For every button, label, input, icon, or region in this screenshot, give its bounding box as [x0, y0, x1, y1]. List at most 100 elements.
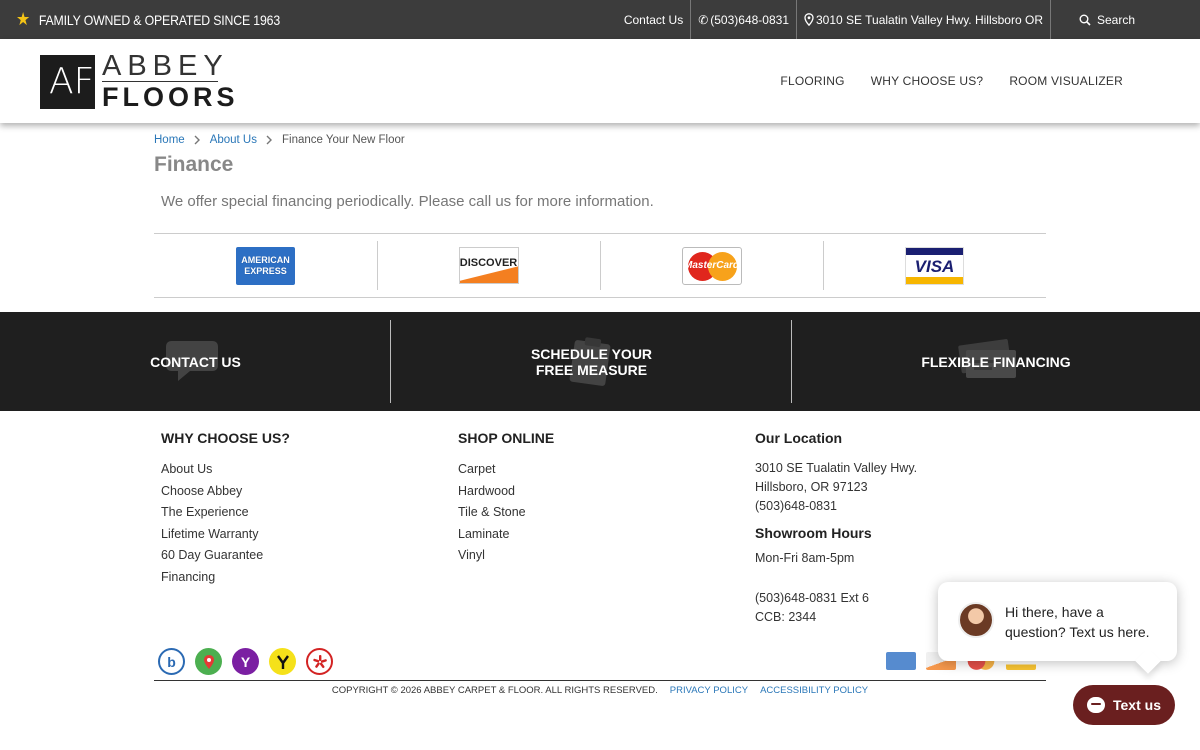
logo-line-2: FLOORS: [102, 82, 239, 112]
cta-financing-label: FLEXIBLE FINANCING: [921, 353, 1071, 370]
yelp-icon[interactable]: [306, 648, 333, 675]
top-links: Contact Us ✆ (503)648-0831 3010 SE Tuala…: [617, 0, 1200, 39]
footer-col3-title: Our Location: [755, 430, 843, 446]
card-visa: VISA: [823, 234, 1046, 297]
footer-link-guarantee[interactable]: 60 Day Guarantee: [161, 545, 290, 567]
chat-popup[interactable]: Hi there, have a question? Text us here.: [938, 582, 1177, 661]
cta-flexible-financing[interactable]: FLEXIBLE FINANCING: [792, 312, 1200, 411]
nav-flooring[interactable]: FLOORING: [780, 74, 844, 88]
mastercard-logo: MasterCard: [681, 246, 742, 285]
address-text: 3010 SE Tualatin Valley Hwy. Hillsboro O…: [816, 12, 1043, 27]
phone-icon: ✆: [698, 12, 709, 27]
map-pin-icon: [804, 13, 814, 26]
amex-line-2: EXPRESS: [244, 265, 287, 276]
tagline-text: FAMILY OWNED & OPERATED SINCE 1963: [38, 11, 281, 28]
bing-icon[interactable]: b: [158, 648, 185, 675]
site-logo[interactable]: AF ABBEY FLOORS: [40, 50, 239, 112]
cta-schedule-measure[interactable]: SCHEDULE YOUR FREE MEASURE: [391, 312, 792, 411]
visa-logo: VISA: [905, 246, 964, 285]
copyright-bar: COPYRIGHT © 2026 ABBEY CARPET & FLOOR. A…: [0, 685, 1200, 696]
visa-text: VISA: [914, 256, 955, 276]
footer-col2-title: SHOP ONLINE: [458, 430, 555, 446]
footer-location: Our Location 3010 SE Tualatin Valley Hwy…: [755, 430, 917, 627]
footer-link-financing[interactable]: Financing: [161, 567, 290, 589]
chat-message-line-2: question? Text us here.: [1005, 624, 1150, 640]
footer-link-experience[interactable]: The Experience: [161, 502, 290, 524]
visa-blue-stripe: [906, 247, 963, 255]
accessibility-policy-link[interactable]: ACCESSIBILITY POLICY: [760, 685, 868, 696]
footer-link-warranty[interactable]: Lifetime Warranty: [161, 524, 290, 546]
footer-link-laminate[interactable]: Laminate: [458, 524, 554, 546]
contact-us-link[interactable]: Contact Us: [617, 0, 690, 39]
footer-ccb: CCB: 2344: [755, 610, 817, 624]
cta-contact-us[interactable]: CONTACT US: [0, 312, 391, 411]
main-nav: FLOORING WHY CHOOSE US? ROOM VISUALIZER: [780, 39, 1123, 123]
footer-address-line-2: Hillsboro, OR 97123: [755, 480, 868, 494]
footer-link-hardwood[interactable]: Hardwood: [458, 481, 554, 503]
search-button[interactable]: Search: [1050, 0, 1200, 39]
logo-wordmark: ABBEY FLOORS: [102, 50, 239, 112]
visa-gold-stripe: [906, 276, 963, 284]
footer-shop-online: SHOP ONLINE Carpet Hardwood Tile & Stone…: [458, 430, 554, 567]
footer-hours: Mon-Fri 8am-5pm: [755, 551, 855, 565]
chat-message-line-1: Hi there, have a: [1005, 604, 1104, 620]
chat-bubble-icon: [1087, 697, 1105, 713]
amex-logo: AMERICAN EXPRESS: [236, 246, 295, 285]
footer-hours-title: Showroom Hours: [755, 525, 872, 541]
footer-divider: [154, 680, 1046, 681]
logo-line-1: ABBEY: [102, 50, 229, 82]
discover-logo: DISCOVER: [458, 247, 519, 284]
mastercard-text: MasterCard: [683, 259, 740, 271]
search-label: Search: [1097, 12, 1136, 27]
nav-why-choose-us[interactable]: WHY CHOOSE US?: [871, 74, 984, 88]
footer-link-vinyl[interactable]: Vinyl: [458, 545, 554, 567]
page-title: Finance: [154, 153, 234, 176]
breadcrumb-current: Finance Your New Floor: [282, 134, 405, 146]
chevron-right-icon: [194, 135, 200, 145]
payment-cards: AMERICAN EXPRESS DISCOVER MasterCard VIS…: [154, 233, 1046, 298]
phone-link[interactable]: ✆ (503)648-0831: [690, 0, 796, 39]
card-amex: AMERICAN EXPRESS: [154, 234, 377, 297]
chevron-right-icon: [266, 135, 272, 145]
google-maps-icon[interactable]: [195, 648, 222, 675]
footer-phone[interactable]: (503)648-0831: [755, 497, 917, 516]
footer-address-line-1: 3010 SE Tualatin Valley Hwy.: [755, 461, 918, 475]
amex-mini-icon: [886, 652, 916, 670]
nav-room-visualizer[interactable]: ROOM VISUALIZER: [1009, 74, 1123, 88]
breadcrumb-about[interactable]: About Us: [210, 134, 257, 146]
footer-link-carpet[interactable]: Carpet: [458, 459, 554, 481]
amex-line-1: AMERICAN: [241, 254, 290, 265]
social-links: b Y: [158, 648, 333, 675]
address-link[interactable]: 3010 SE Tualatin Valley Hwy. Hillsboro O…: [796, 0, 1050, 39]
tagline: ★ FAMILY OWNED & OPERATED SINCE 1963: [16, 0, 280, 39]
cta-band: CONTACT US SCHEDULE YOUR FREE MEASURE FL…: [0, 312, 1200, 411]
cta-schedule-line-2: FREE MEASURE: [535, 361, 648, 378]
card-mastercard: MasterCard: [600, 234, 823, 297]
star-icon: ★: [16, 9, 31, 29]
logo-monogram: AF: [49, 60, 95, 102]
agent-avatar: [958, 602, 994, 638]
page-intro: We offer special financing periodically.…: [161, 193, 654, 210]
logo-mark: AF: [40, 54, 95, 109]
breadcrumb-home[interactable]: Home: [154, 134, 185, 146]
footer-link-tile-stone[interactable]: Tile & Stone: [458, 502, 554, 524]
cta-schedule-label: SCHEDULE YOUR FREE MEASURE: [531, 346, 652, 378]
yellow-pages-icon[interactable]: [269, 648, 296, 675]
footer-why-choose-us: WHY CHOOSE US? About Us Choose Abbey The…: [161, 430, 290, 588]
footer-link-choose-abbey[interactable]: Choose Abbey: [161, 481, 290, 503]
discover-text: DISCOVER: [459, 257, 518, 269]
footer-link-about-us[interactable]: About Us: [161, 459, 290, 481]
footer-phone-ext[interactable]: (503)648-0831 Ext 6: [755, 589, 917, 608]
phone-text: (503)648-0831: [710, 12, 789, 27]
breadcrumb: Home About Us Finance Your New Floor: [154, 134, 405, 146]
yahoo-icon[interactable]: Y: [232, 648, 259, 675]
footer-col1-title: WHY CHOOSE US?: [161, 430, 290, 446]
privacy-policy-link[interactable]: PRIVACY POLICY: [670, 685, 748, 696]
copyright-text: COPYRIGHT © 2026 ABBEY CARPET & FLOOR. A…: [331, 685, 658, 696]
card-discover: DISCOVER: [377, 234, 600, 297]
top-bar: ★ FAMILY OWNED & OPERATED SINCE 1963 Con…: [0, 0, 1200, 39]
text-us-label: Text us: [1113, 697, 1161, 713]
site-header: AF ABBEY FLOORS FLOORING WHY CHOOSE US? …: [0, 39, 1200, 123]
text-us-button[interactable]: Text us: [1073, 685, 1175, 725]
chat-message: Hi there, have a question? Text us here.: [1005, 602, 1150, 642]
